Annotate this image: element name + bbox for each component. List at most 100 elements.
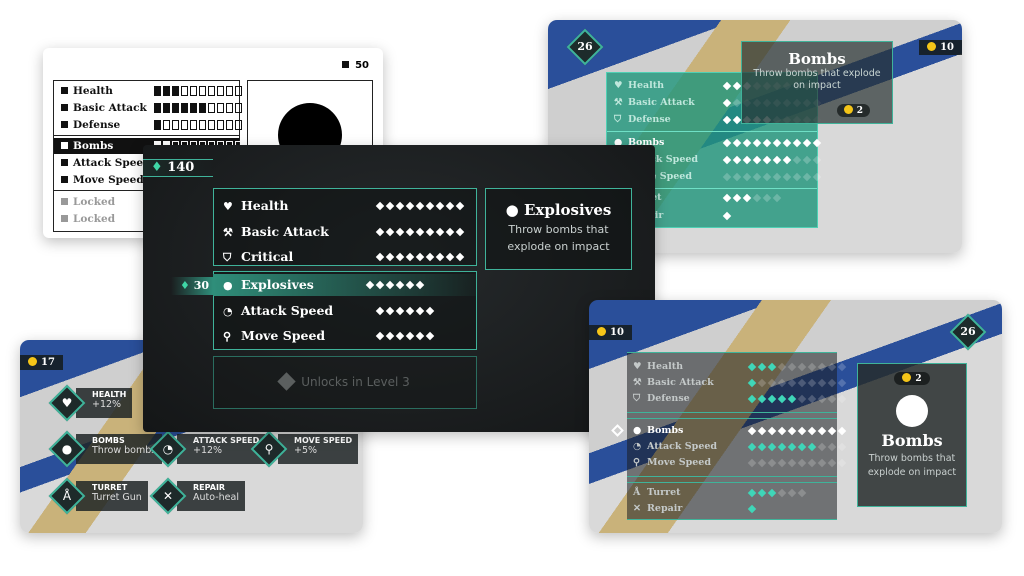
detail-panel: 2 Bombs Throw bombs that explode on impa… xyxy=(857,363,967,507)
pip xyxy=(199,86,206,96)
coin-counter: 50 xyxy=(342,60,369,71)
upgrade-row-attack-speed[interactable]: ◔Attack Speed xyxy=(223,300,467,322)
pip xyxy=(395,201,404,211)
upgrade-row-defense[interactable]: ⛉ Defense xyxy=(633,391,846,407)
game-upgrade-screen-translucent: 10 26 ♥ Health ⚒ Basic Attack ⛉ Defense ● Bombs… xyxy=(589,300,1002,533)
pip xyxy=(722,155,731,165)
pip xyxy=(827,362,836,372)
bomb-icon: ● xyxy=(505,201,519,219)
pip xyxy=(425,227,434,236)
bomb-icon: ● xyxy=(633,425,642,436)
pip xyxy=(385,331,394,341)
pip xyxy=(226,86,233,96)
pip xyxy=(732,98,741,108)
pip xyxy=(235,103,242,113)
wrench-icon: ⚒ xyxy=(614,97,623,108)
detail-description: Throw bombs that explode on impact xyxy=(507,223,610,253)
pip xyxy=(782,155,791,165)
pip xyxy=(787,394,796,404)
pip xyxy=(762,138,771,148)
pip xyxy=(817,378,826,388)
upgrade-row-move-speed[interactable]: ⚲Move Speed xyxy=(223,325,467,347)
pip xyxy=(722,81,731,91)
pip xyxy=(792,138,801,148)
list-item-basic-attack[interactable]: Basic Attack xyxy=(54,100,242,116)
running-icon: ⚲ xyxy=(264,442,274,456)
pip xyxy=(747,458,756,468)
tooltip-title: Bombs xyxy=(788,50,846,68)
pip xyxy=(415,280,424,290)
pip xyxy=(817,394,826,404)
pip xyxy=(375,252,384,262)
pip xyxy=(812,172,821,182)
pip xyxy=(405,201,414,211)
pip xyxy=(807,378,816,388)
pip xyxy=(742,193,751,203)
running-icon: ⚲ xyxy=(223,330,232,343)
pip xyxy=(742,155,751,165)
pip xyxy=(767,442,776,452)
pip xyxy=(199,103,206,113)
upgrade-row-turret[interactable]: ÅTurret xyxy=(633,485,838,501)
pip xyxy=(827,378,836,388)
upgrade-row-critical[interactable]: ⛉ Critical xyxy=(223,246,467,268)
pip xyxy=(732,172,741,182)
upgrade-row-basic-attack[interactable]: ⚒ Basic Attack xyxy=(633,375,846,391)
pip xyxy=(163,103,170,113)
pip xyxy=(817,442,826,452)
pip xyxy=(827,394,836,404)
upgrade-row-bombs[interactable]: ● Bombs xyxy=(611,423,846,439)
upgrade-row-move-speed[interactable]: ⚲Move Speed xyxy=(633,455,846,471)
pip xyxy=(722,138,731,148)
running-icon: ⚲ xyxy=(633,457,640,468)
bomb-icon: ● xyxy=(223,279,233,292)
pip xyxy=(405,252,414,262)
pip xyxy=(807,458,816,468)
pip xyxy=(747,442,756,452)
pip xyxy=(837,394,846,404)
pip xyxy=(777,488,786,498)
pip xyxy=(435,227,444,236)
upgrade-row-basic-attack[interactable]: ⚒ Basic Attack xyxy=(223,221,467,243)
pip xyxy=(827,458,836,468)
pip xyxy=(425,252,434,262)
pip xyxy=(757,442,766,452)
pip xyxy=(455,227,464,236)
pip xyxy=(425,306,434,315)
pip xyxy=(385,227,394,236)
upgrade-row-explosives[interactable]: ● Explosives xyxy=(213,274,477,296)
pip xyxy=(732,138,741,148)
pip xyxy=(732,193,741,203)
wrench-icon: ⚒ xyxy=(633,377,642,388)
upgrade-row-health[interactable]: ♥ Health xyxy=(223,195,467,217)
pip xyxy=(797,362,806,372)
pip xyxy=(395,280,404,290)
pip xyxy=(415,306,424,315)
upgrade-row-attack-speed[interactable]: ◔Attack Speed xyxy=(633,439,846,455)
upgrade-row-repair[interactable]: ✕Repair xyxy=(633,501,838,517)
list-item-defense[interactable]: Defense xyxy=(54,117,242,133)
selected-indicator-icon xyxy=(611,424,624,437)
pip xyxy=(807,394,816,404)
pip xyxy=(455,252,464,262)
pip xyxy=(217,103,224,113)
pip xyxy=(787,442,796,452)
pip xyxy=(777,378,786,388)
shield-icon: ⛉ xyxy=(614,114,622,125)
heart-icon: ♥ xyxy=(614,80,623,91)
pip xyxy=(797,488,806,498)
pip xyxy=(181,86,188,96)
pip xyxy=(742,138,751,148)
pip xyxy=(445,252,454,262)
pip xyxy=(385,280,394,290)
pip xyxy=(767,394,776,404)
list-item-health[interactable]: Health xyxy=(54,83,242,99)
pip xyxy=(425,331,434,341)
ability-cost-badge: ♦ 30 xyxy=(171,277,213,295)
pip xyxy=(375,331,384,341)
upgrade-row-health[interactable]: ♥ Health xyxy=(633,359,846,375)
pip xyxy=(385,306,394,315)
pip xyxy=(752,193,761,203)
speedometer-icon: ◔ xyxy=(162,442,174,456)
pip xyxy=(415,201,424,211)
